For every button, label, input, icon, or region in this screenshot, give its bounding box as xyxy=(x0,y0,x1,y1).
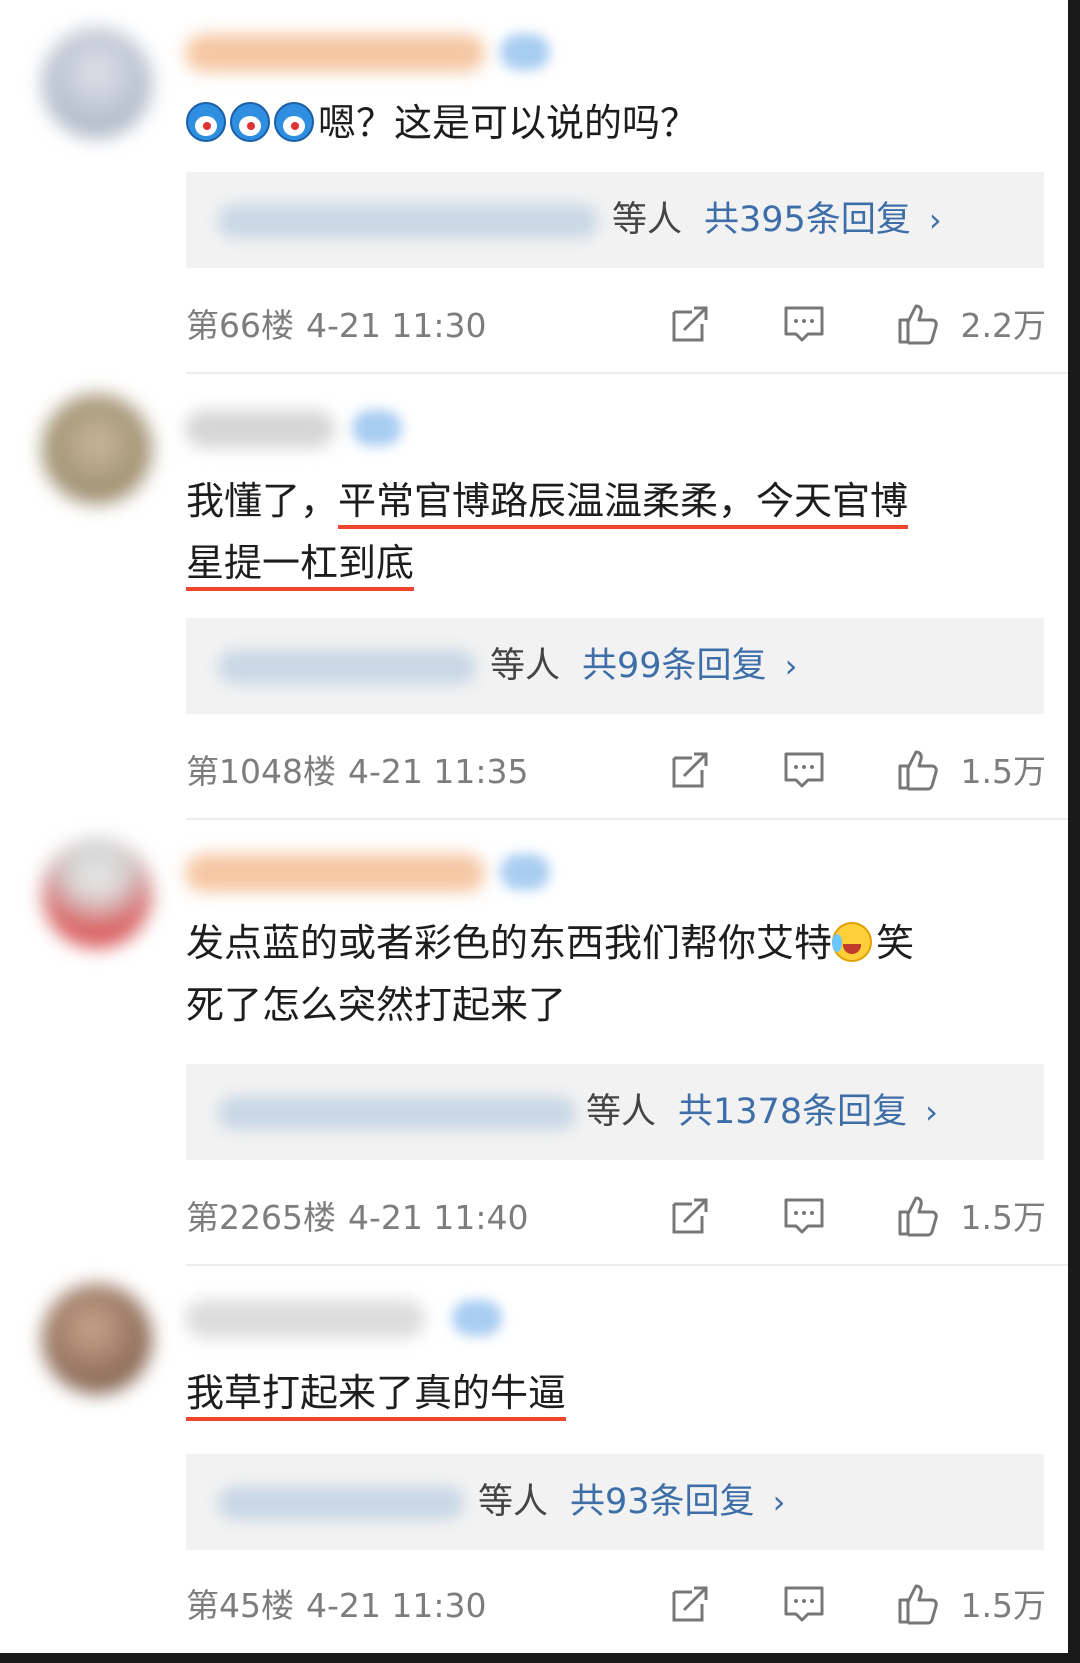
floor-number: 第2265楼 xyxy=(186,1198,336,1237)
reply-etc-label: 等人 xyxy=(490,646,561,686)
comment-body-underlined: 平常官博路辰温温柔柔，今天官博 xyxy=(338,479,909,529)
share-icon[interactable] xyxy=(666,300,714,348)
comment-meta: 第66楼 4-21 11:30 2.2万 xyxy=(186,296,1046,356)
timestamp: 4-21 11:40 xyxy=(347,1198,529,1237)
thumbs-up-icon[interactable] xyxy=(894,300,942,348)
reply-count-link[interactable]: 共93条回复 xyxy=(570,1482,755,1522)
share-icon[interactable] xyxy=(666,746,714,794)
username-blurred[interactable] xyxy=(185,1300,425,1338)
username-blurred[interactable] xyxy=(185,854,485,892)
reply-preview[interactable]: 等人 共93条回复 › xyxy=(186,1454,1044,1550)
replier-names-blurred xyxy=(218,1486,464,1520)
comment-body-line2: 死了怎么突然打起来了 xyxy=(186,983,567,1027)
doraemon-emoji-icon xyxy=(274,102,314,142)
reply-preview[interactable]: 等人 共395条回复 › xyxy=(186,172,1044,268)
like-count: 1.5万 xyxy=(960,1198,1046,1237)
floor-number: 第1048楼 xyxy=(186,752,336,791)
username-blurred[interactable] xyxy=(185,34,485,72)
comment-icon[interactable] xyxy=(780,746,828,794)
comment-icon[interactable] xyxy=(780,1192,828,1240)
avatar[interactable] xyxy=(42,1284,152,1394)
comment-body: 嗯？这是可以说的吗？ xyxy=(318,101,699,145)
like-count: 2.2万 xyxy=(960,306,1046,345)
thumbs-up-icon[interactable] xyxy=(894,1192,942,1240)
thumbs-up-icon[interactable] xyxy=(894,746,942,794)
comment-item: 我懂了，平常官博路辰温温柔柔，今天官博星提一杠到底 等人 共99条回复 › 第104… xyxy=(0,376,1068,820)
comment-icon[interactable] xyxy=(780,300,828,348)
reply-preview[interactable]: 等人 共1378条回复 › xyxy=(186,1064,1044,1160)
reply-count-link[interactable]: 共99条回复 xyxy=(582,646,767,686)
comment-icon[interactable] xyxy=(780,1580,828,1628)
like-count: 1.5万 xyxy=(960,1586,1046,1625)
chevron-right-icon: › xyxy=(772,1483,786,1521)
comment-text: 嗯？这是可以说的吗？ xyxy=(186,92,1046,154)
avatar[interactable] xyxy=(42,838,152,948)
timestamp: 4-21 11:30 xyxy=(306,1586,487,1625)
replier-names-blurred xyxy=(218,1096,576,1130)
comment-text: 我草打起来了真的牛逼 xyxy=(186,1362,1046,1424)
comment-body-cont: 笑 xyxy=(876,921,915,965)
like-count: 1.5万 xyxy=(960,752,1046,791)
comment-text: 我懂了，平常官博路辰温温柔柔，今天官博星提一杠到底 xyxy=(186,470,1046,594)
floor-number: 第66楼 xyxy=(186,306,294,345)
verified-badge xyxy=(500,34,550,70)
comment-body-underlined: 我草打起来了真的牛逼 xyxy=(186,1371,567,1421)
doraemon-emoji-icon xyxy=(186,102,226,142)
verified-badge xyxy=(500,854,550,890)
timestamp: 4-21 11:35 xyxy=(347,752,529,791)
replier-names-blurred xyxy=(218,650,476,684)
comment-body: 发点蓝的或者彩色的东西我们帮你艾特 xyxy=(186,921,833,965)
reply-count-link[interactable]: 共1378条回复 xyxy=(678,1092,907,1132)
comment-text: 发点蓝的或者彩色的东西我们帮你艾特笑死了怎么突然打起来了 xyxy=(186,912,1046,1036)
laugh-cry-emoji-icon xyxy=(832,922,873,962)
comment-meta: 第1048楼 4-21 11:35 1.5万 xyxy=(186,742,1046,802)
reply-count-link[interactable]: 共395条回复 xyxy=(704,200,911,240)
replier-names-blurred xyxy=(218,204,598,238)
reply-etc-label: 等人 xyxy=(478,1482,549,1522)
reply-etc-label: 等人 xyxy=(586,1092,657,1132)
comment-meta: 第2265楼 4-21 11:40 1.5万 xyxy=(186,1188,1046,1248)
reply-preview[interactable]: 等人 共99条回复 › xyxy=(186,618,1044,714)
chevron-right-icon: › xyxy=(784,647,798,685)
share-icon[interactable] xyxy=(666,1580,714,1628)
thumbs-up-icon[interactable] xyxy=(894,1580,942,1628)
divider xyxy=(186,372,1068,374)
avatar[interactable] xyxy=(42,28,152,138)
share-icon[interactable] xyxy=(666,1192,714,1240)
verified-badge xyxy=(352,410,402,446)
comment-list: 嗯？这是可以说的吗？ 等人 共395条回复 › 第66楼 4-21 11:30 2.2… xyxy=(0,0,1080,1663)
comment-body-plain: 我懂了， xyxy=(186,479,339,523)
reply-etc-label: 等人 xyxy=(612,200,683,240)
comment-item: 我草打起来了真的牛逼 等人 共93条回复 › 第45楼 4-21 11:30 1.5万 xyxy=(0,1266,1068,1653)
chevron-right-icon: › xyxy=(925,1093,938,1131)
comment-item: 嗯？这是可以说的吗？ 等人 共395条回复 › 第66楼 4-21 11:30 2.2… xyxy=(0,0,1068,376)
comment-item: 发点蓝的或者彩色的东西我们帮你艾特笑死了怎么突然打起来了 等人 共1378条回复 ›… xyxy=(0,820,1068,1266)
comment-meta: 第45楼 4-21 11:30 1.5万 xyxy=(186,1576,1046,1636)
verified-badge xyxy=(452,1300,502,1336)
comment-body-underlined-2: 星提一杠到底 xyxy=(186,541,415,591)
floor-number: 第45楼 xyxy=(186,1586,294,1625)
username-blurred[interactable] xyxy=(185,410,335,448)
chevron-right-icon: › xyxy=(928,201,942,239)
doraemon-emoji-icon xyxy=(230,102,270,142)
avatar[interactable] xyxy=(42,394,152,504)
timestamp: 4-21 11:30 xyxy=(306,306,487,345)
